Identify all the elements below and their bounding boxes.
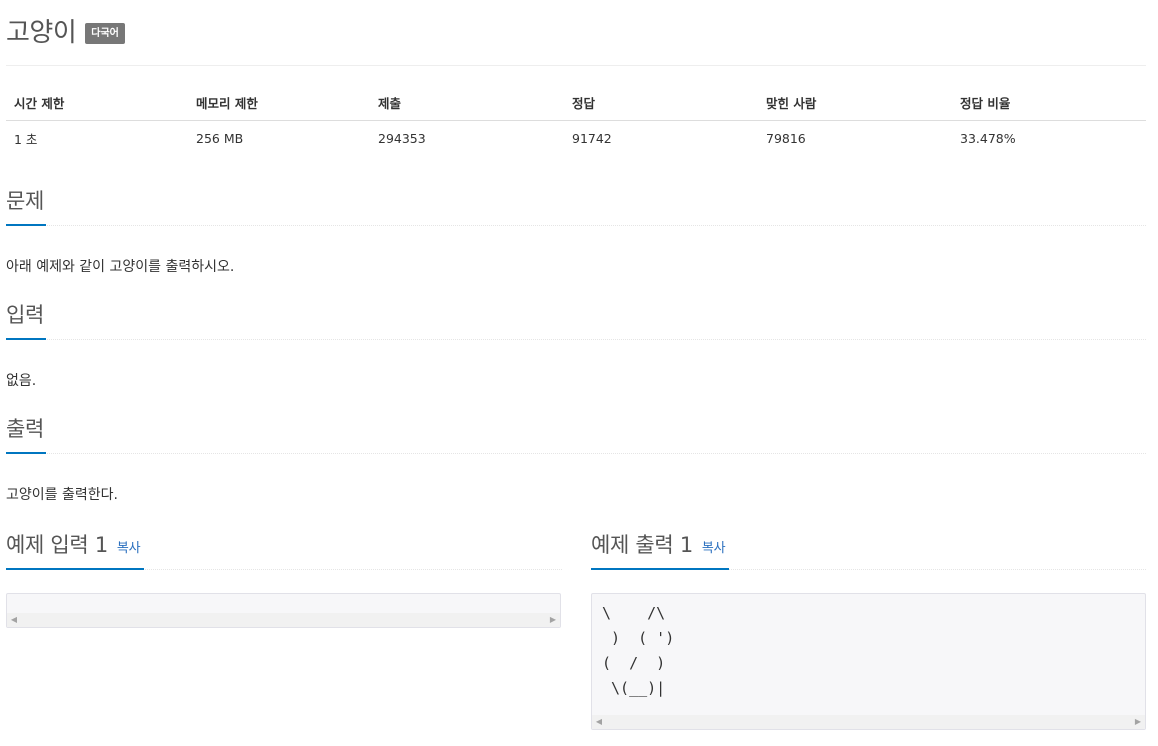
problem-info-table: 시간 제한 메모리 제한 제출 정답 맞힌 사람 정답 비율 1 초 256 M… bbox=[6, 85, 1146, 156]
value-time-limit: 1 초 bbox=[14, 131, 38, 147]
heading-underline bbox=[6, 452, 46, 454]
title-divider bbox=[6, 65, 1146, 66]
output-text: 고양이를 출력한다. bbox=[6, 487, 118, 503]
horizontal-scrollbar[interactable]: ◀ ▶ bbox=[7, 613, 560, 627]
sample-input-heading: 예제 입력 1 bbox=[6, 533, 108, 557]
header-time-limit: 시간 제한 bbox=[6, 85, 188, 121]
value-accepted: 91742 bbox=[572, 130, 612, 146]
sample-input-box[interactable]: ◀ ▶ bbox=[6, 593, 561, 628]
problem-title: 고양이 bbox=[6, 17, 77, 48]
sample-output-header: 예제 출력 1 복사 bbox=[591, 530, 1146, 570]
header-solved-users: 맞힌 사람 bbox=[758, 85, 952, 121]
scroll-left-arrow-icon[interactable]: ◀ bbox=[592, 715, 606, 729]
sample-input-content bbox=[7, 594, 560, 601]
horizontal-scrollbar[interactable]: ◀ ▶ bbox=[592, 715, 1145, 729]
header-accepted: 정답 bbox=[564, 85, 758, 121]
table-row: 1 초 256 MB 294353 91742 79816 33.478% bbox=[6, 120, 1146, 156]
language-badge[interactable]: 다국어 bbox=[85, 22, 125, 44]
heading-underline bbox=[591, 568, 729, 570]
section-divider bbox=[6, 453, 1146, 454]
scroll-left-arrow-icon[interactable]: ◀ bbox=[7, 613, 21, 627]
input-text: 없음. bbox=[6, 373, 37, 389]
sample-output-box[interactable]: \ /\ ) ( ') ( / ) \(__)| ◀ ▶ bbox=[591, 593, 1146, 730]
input-heading: 입력 bbox=[6, 303, 45, 327]
value-accept-ratio: 33.478% bbox=[960, 130, 1016, 146]
sample-input-copy-button[interactable]: 복사 bbox=[117, 541, 141, 556]
heading-underline bbox=[6, 224, 46, 226]
scroll-right-arrow-icon[interactable]: ▶ bbox=[546, 613, 560, 627]
heading-underline bbox=[6, 568, 144, 570]
output-heading: 출력 bbox=[6, 417, 45, 441]
input-section-header: 입력 bbox=[6, 300, 1146, 340]
header-memory-limit: 메모리 제한 bbox=[188, 85, 370, 121]
sample-input-header: 예제 입력 1 복사 bbox=[6, 530, 562, 570]
sample-output-heading: 예제 출력 1 bbox=[591, 533, 693, 557]
title-row: 고양이 다국어 bbox=[6, 12, 125, 48]
output-section-header: 출력 bbox=[6, 414, 1146, 454]
heading-underline bbox=[6, 338, 46, 340]
description-section-header: 문제 bbox=[6, 186, 1146, 226]
header-submissions: 제출 bbox=[370, 85, 564, 121]
scroll-right-arrow-icon[interactable]: ▶ bbox=[1131, 715, 1145, 729]
section-divider bbox=[6, 225, 1146, 226]
value-submissions: 294353 bbox=[378, 130, 426, 146]
table-header-row: 시간 제한 메모리 제한 제출 정답 맞힌 사람 정답 비율 bbox=[6, 85, 1146, 121]
value-memory-limit: 256 MB bbox=[196, 130, 244, 146]
section-divider bbox=[6, 339, 1146, 340]
sample-output-content: \ /\ ) ( ') ( / ) \(__)| bbox=[602, 604, 675, 697]
description-text: 아래 예제와 같이 고양이를 출력하시오. bbox=[6, 259, 235, 275]
description-heading: 문제 bbox=[6, 189, 45, 213]
header-accept-ratio: 정답 비율 bbox=[952, 85, 1146, 121]
sample-output-copy-button[interactable]: 복사 bbox=[702, 541, 726, 556]
value-solved-users: 79816 bbox=[766, 130, 806, 146]
